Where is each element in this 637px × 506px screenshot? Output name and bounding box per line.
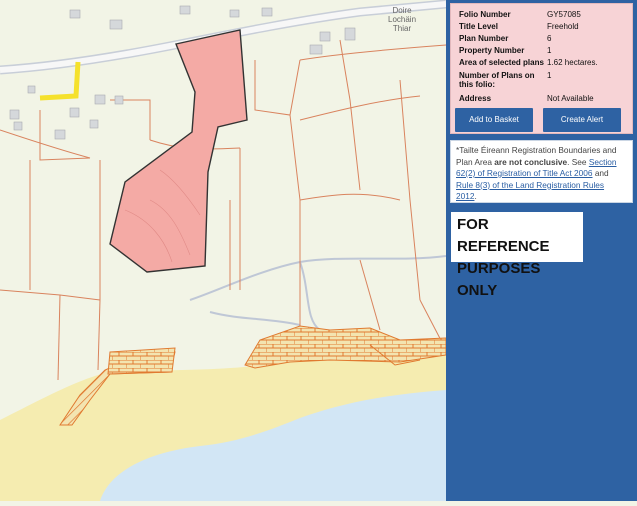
reference-banner: FOR REFERENCE PURPOSES ONLY (451, 212, 583, 299)
create-alert-button[interactable]: Create Alert (543, 108, 621, 132)
area-label: Area of selected plans (459, 58, 544, 67)
add-to-basket-button[interactable]: Add to Basket (455, 108, 533, 132)
plan-number-label: Plan Number (459, 34, 509, 43)
plans-count-row: Number of Plans on this folio: (459, 71, 535, 89)
address-row: Address (459, 94, 491, 103)
reference-line-1: FOR REFERENCE (457, 216, 550, 255)
plans-count-value: 1 (547, 71, 552, 80)
property-number-value: 1 (547, 46, 552, 55)
title-level-label: Title Level (459, 22, 498, 31)
rule-8-link[interactable]: Rule 8(3) of the Land Registration Rules… (456, 180, 604, 202)
address-value: Not Available (547, 94, 594, 103)
side-panel: Folio Number GY57085 Title Level Freehol… (446, 0, 637, 501)
folio-info-panel: Folio Number GY57085 Title Level Freehol… (450, 3, 633, 134)
plan-number-value: 6 (547, 34, 552, 43)
disclaimer-note: *Tailte Éireann Registration Boundaries … (450, 140, 633, 203)
address-label: Address (459, 94, 492, 103)
title-level-value: Freehold (547, 22, 579, 31)
plans-count-label: Number of Plans on (459, 71, 535, 80)
title-level-row: Title Level (459, 22, 498, 31)
folio-number-label: Folio Number (459, 10, 511, 19)
map-canvas[interactable] (0, 0, 447, 501)
property-number-row: Property Number (459, 46, 524, 55)
plans-count-label-line2: this folio: (459, 80, 495, 89)
disclaimer-emphasis: are not conclusive (494, 156, 568, 167)
place-label-line: Lochäin (388, 15, 417, 24)
map-view[interactable]: Doire Lochäin Thiar (0, 0, 447, 501)
place-label-line: Doire (392, 6, 412, 15)
reference-line-2: PURPOSES ONLY (457, 260, 541, 299)
plan-number-row: Plan Number (459, 34, 508, 43)
folio-number-row: Folio Number (459, 10, 511, 19)
disclaimer-text: . (474, 191, 477, 201)
folio-number-value: GY57085 (547, 10, 581, 19)
place-label: Doire Lochäin Thiar (388, 6, 416, 33)
disclaimer-text: . See (567, 156, 589, 167)
place-label-line: Thiar (392, 24, 412, 33)
coastal-parcel-brick[interactable] (107, 347, 176, 375)
disclaimer-text: and (592, 168, 609, 178)
area-value: 1.62 hectares. (547, 58, 598, 67)
area-row: Area of selected plans (459, 58, 544, 67)
property-number-label: Property Number (459, 46, 525, 55)
